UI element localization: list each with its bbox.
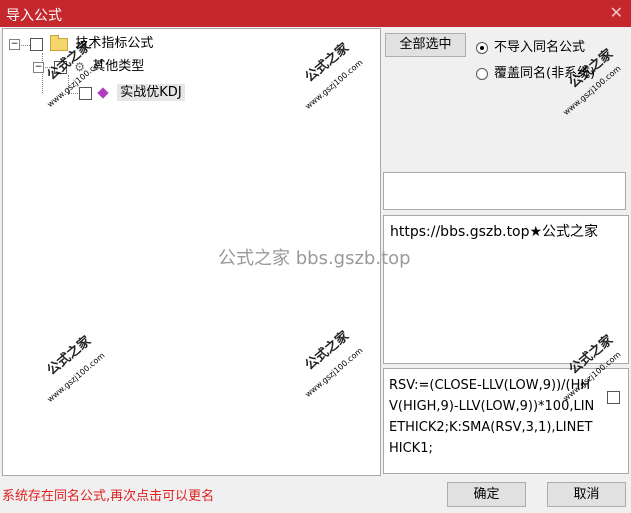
leaf-label[interactable]: 实战优KDJ <box>117 84 185 101</box>
tree-node-leaf[interactable]: 实战优KDJ <box>79 84 185 102</box>
leaf-checkbox[interactable] <box>79 86 92 100</box>
title-bar: 导入公式 ✕ <box>0 0 631 27</box>
formula-preview[interactable]: RSV:=(CLOSE-LLV(LOW,9))/(HHV(HIGH,9)-LLV… <box>383 368 629 474</box>
cancel-button[interactable]: 取消 <box>547 482 626 507</box>
radio-skip-duplicates[interactable]: 不导入同名公式 <box>476 36 585 55</box>
collapse-root-icon[interactable]: − <box>9 38 20 50</box>
status-message: 系统存在同名公式,再次点击可以更名 <box>2 489 215 504</box>
radio-skip-label: 不导入同名公式 <box>494 40 586 55</box>
radio-skip-dot[interactable] <box>476 41 488 54</box>
radio-overwrite-dot[interactable] <box>476 67 488 80</box>
center-watermark: 公式之家 bbs.gszb.top <box>218 248 411 269</box>
preview-checkbox[interactable] <box>607 391 620 404</box>
formula-icon <box>97 87 109 99</box>
window-title: 导入公式 <box>6 8 62 24</box>
formula-text: RSV:=(CLOSE-LLV(LOW,9))/(HHV(HIGH,9)-LLV… <box>389 378 595 456</box>
select-all-button[interactable]: 全部选中 <box>385 33 466 57</box>
close-icon[interactable]: ✕ <box>610 3 623 22</box>
name-field[interactable] <box>383 172 626 210</box>
ok-button[interactable]: 确定 <box>447 482 526 507</box>
root-checkbox[interactable] <box>30 37 44 51</box>
description-text: https://bbs.gszb.top★公式之家 <box>390 224 599 240</box>
